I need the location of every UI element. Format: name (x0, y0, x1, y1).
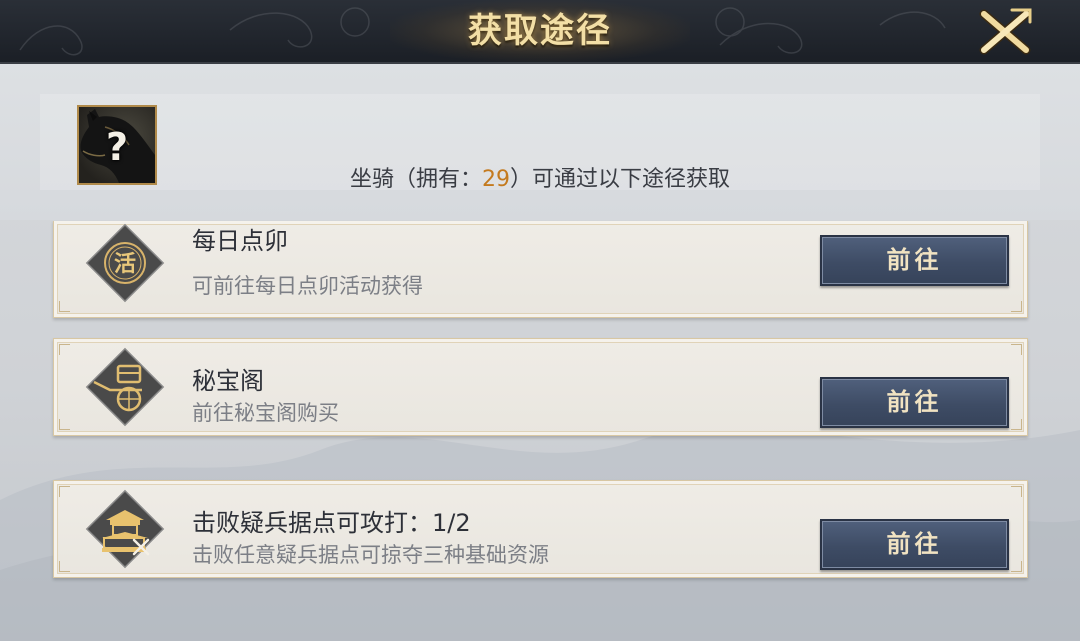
source-description: 击败任意疑兵据点可掠夺三种基础资源 (192, 543, 549, 567)
card-corner (1011, 301, 1022, 312)
unknown-mark: ? (105, 125, 129, 169)
card-corner (59, 344, 70, 355)
summary-text: 坐骑（拥有：29）可通过以下途径获取 (0, 165, 1080, 195)
summary-suffix: ）可通过以下途径获取 (510, 167, 731, 192)
card-corner (59, 561, 70, 572)
activity-glyph: 活 (114, 251, 136, 277)
source-card-feint-outpost: 击败疑兵据点可攻打：1/2 击败任意疑兵据点可掠夺三种基础资源 前往 (53, 480, 1028, 578)
dialog-title: 获取途径 (468, 11, 612, 51)
activity-seal-icon: 活 (85, 223, 165, 303)
card-corner (1011, 561, 1022, 572)
go-button[interactable]: 前往 (820, 519, 1009, 570)
close-icon[interactable] (976, 6, 1034, 56)
card-corner (59, 419, 70, 430)
card-corner (1011, 419, 1022, 430)
source-card-treasure-pavilion: 秘宝阁 前往秘宝阁购买 前往 (53, 338, 1028, 436)
source-list: 活 每日点卯 可前往每日点卯活动获得 前往 秘宝阁 前往秘宝阁购买 前往 击败疑… (0, 221, 1080, 641)
merchant-cart-icon (85, 347, 165, 427)
dialog-header: 获取途径 (0, 0, 1080, 64)
go-button[interactable]: 前往 (820, 377, 1009, 428)
source-title: 秘宝阁 (192, 367, 264, 395)
card-corner (1011, 344, 1022, 355)
owned-count: 29 (482, 167, 510, 192)
source-title: 每日点卯 (192, 227, 288, 255)
source-title: 击败疑兵据点可攻打：1/2 (192, 509, 471, 537)
source-description: 可前往每日点卯活动获得 (192, 274, 423, 298)
go-button[interactable]: 前往 (820, 235, 1009, 286)
card-corner (59, 301, 70, 312)
item-summary: ? 坐骑（拥有：29）可通过以下途径获取 (0, 64, 1080, 220)
source-card-daily-checkin: 活 每日点卯 可前往每日点卯活动获得 前往 (53, 221, 1028, 318)
card-corner (59, 486, 70, 497)
fortress-crossed-swords-icon (85, 489, 165, 569)
card-corner (1011, 486, 1022, 497)
source-description: 前往秘宝阁购买 (192, 401, 339, 425)
summary-prefix: 坐骑（拥有： (349, 167, 482, 192)
